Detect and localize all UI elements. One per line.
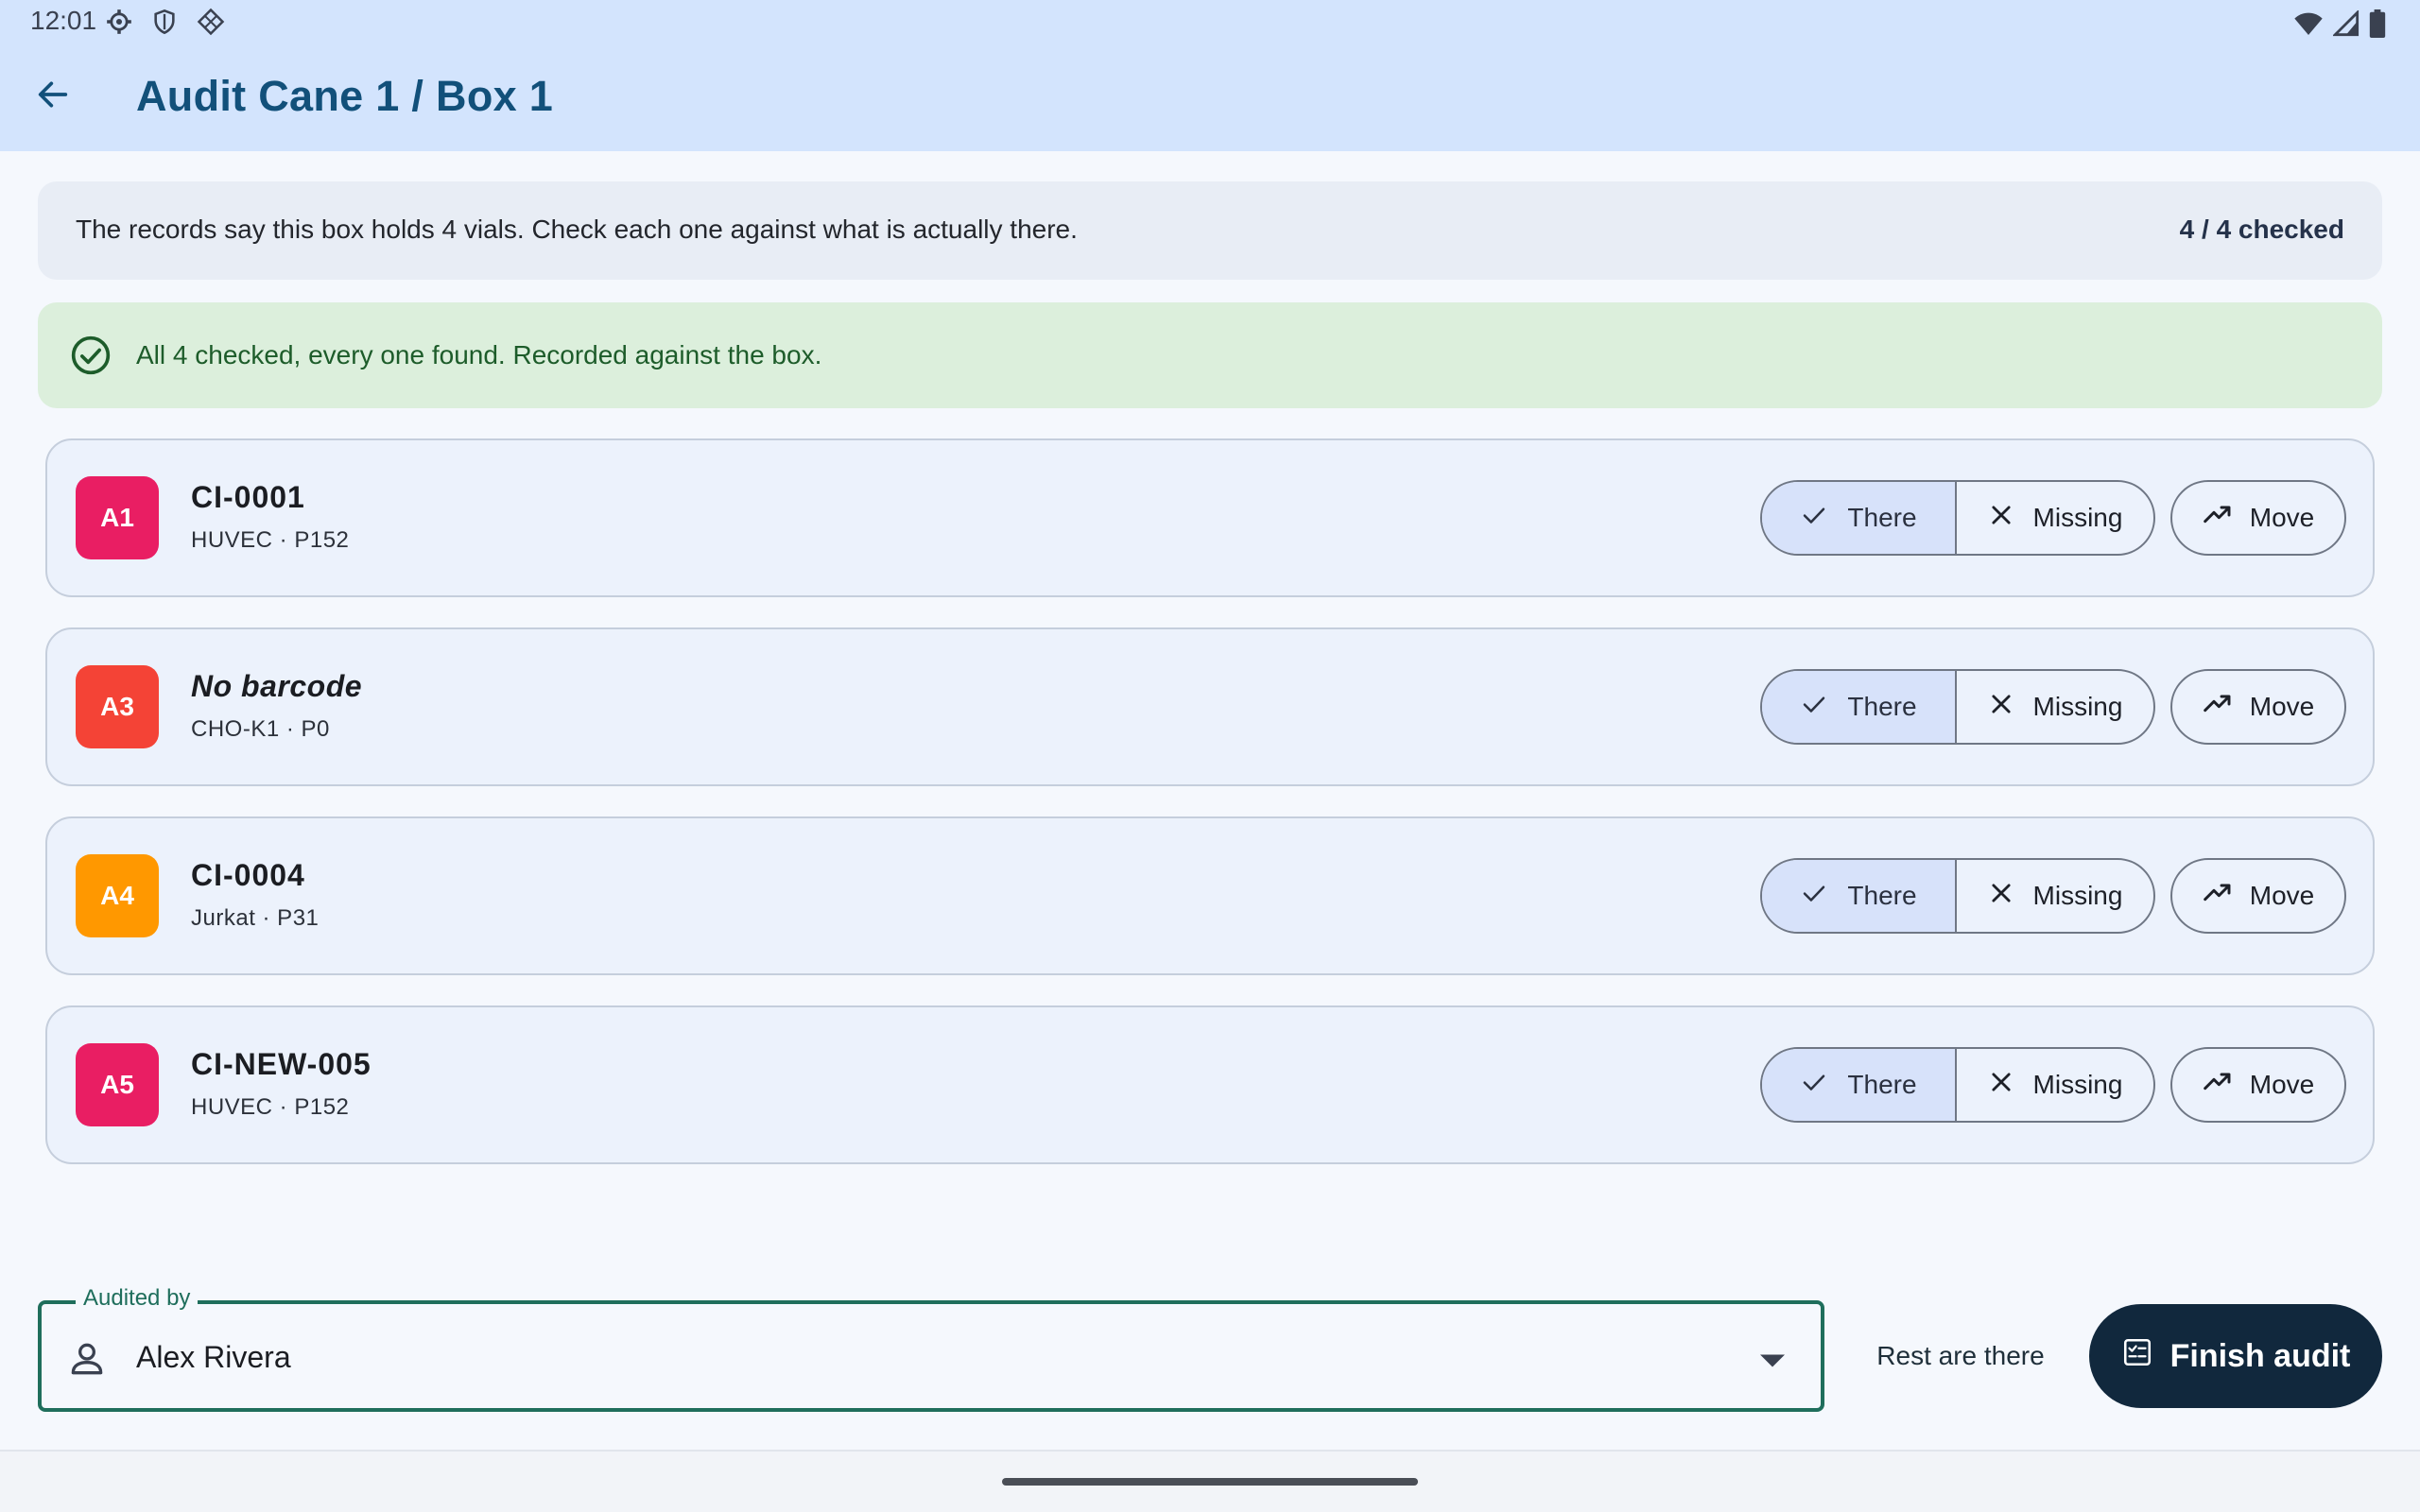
check-circle-icon xyxy=(70,335,112,381)
vial-card-a3: A3 No barcode CHO-K1 · P0 There Missing … xyxy=(45,627,2375,786)
finish-audit-button[interactable]: Finish audit xyxy=(2089,1304,2382,1408)
status-toggle: There Missing xyxy=(1760,480,2155,556)
missing-label: Missing xyxy=(2032,692,2123,721)
page-title: Audit Cane 1 / Box 1 xyxy=(136,72,554,120)
signal-icon xyxy=(2331,9,2360,42)
summary-text: The records say this box holds 4 vials. … xyxy=(76,215,1078,244)
move-button[interactable]: Move xyxy=(2170,480,2346,556)
missing-button[interactable]: Missing xyxy=(1957,1049,2153,1121)
there-label: There xyxy=(1847,503,1917,532)
check-icon xyxy=(1800,690,1828,725)
trending-up-icon xyxy=(2203,500,2233,537)
close-icon xyxy=(1988,502,2014,535)
move-label: Move xyxy=(2249,1070,2315,1099)
missing-label: Missing xyxy=(2032,503,2123,532)
checklist-icon xyxy=(2121,1336,2153,1377)
there-button[interactable]: There xyxy=(1762,1049,1957,1121)
move-label: Move xyxy=(2249,692,2315,721)
there-button[interactable]: There xyxy=(1762,482,1957,554)
dropdown-arrow-icon xyxy=(1760,1353,1785,1373)
app-bar: 12:01 Audit Cane 1 / Box 1 xyxy=(0,0,2420,151)
close-icon xyxy=(1988,1069,2014,1102)
vial-card-a4: A4 CI-0004 Jurkat · P31 There Missing Mo… xyxy=(45,816,2375,975)
missing-button[interactable]: Missing xyxy=(1957,482,2153,554)
vial-code: CI-0001 xyxy=(191,480,305,514)
close-icon xyxy=(1988,691,2014,724)
audited-by-dropdown[interactable]: Audited by Alex Rivera xyxy=(38,1285,1824,1412)
settings-icon xyxy=(106,9,132,40)
rest-are-there-button[interactable]: Rest are there xyxy=(1855,1323,2066,1389)
battery-icon xyxy=(2369,9,2386,43)
auditor-name: Alex Rivera xyxy=(136,1340,291,1374)
banner-text: All 4 checked, every one found. Recorded… xyxy=(136,340,822,369)
vial-detail: HUVEC · P152 xyxy=(191,1094,350,1120)
trending-up-icon xyxy=(2203,878,2233,915)
audited-by-label: Audited by xyxy=(76,1285,199,1312)
check-icon xyxy=(1800,879,1828,914)
missing-label: Missing xyxy=(2032,1070,2123,1099)
finish-audit-label: Finish audit xyxy=(2169,1337,2351,1374)
trending-up-icon xyxy=(2203,689,2233,726)
diamond-grid-icon xyxy=(197,8,225,41)
there-label: There xyxy=(1847,881,1917,910)
vial-code: CI-0004 xyxy=(191,858,305,892)
close-icon xyxy=(1988,880,2014,913)
status-toggle: There Missing xyxy=(1760,669,2155,745)
vial-detail: Jurkat · P31 xyxy=(191,905,320,931)
check-icon xyxy=(1800,1068,1828,1103)
vial-card-a5: A5 CI-NEW-005 HUVEC · P152 There Missing… xyxy=(45,1005,2375,1164)
position-badge: A3 xyxy=(76,665,159,748)
missing-button[interactable]: Missing xyxy=(1957,860,2153,932)
status-time: 12:01 xyxy=(30,6,97,35)
vial-detail: HUVEC · P152 xyxy=(191,527,350,553)
status-icons-right xyxy=(2293,9,2386,43)
move-button[interactable]: Move xyxy=(2170,1047,2346,1123)
move-label: Move xyxy=(2249,503,2315,532)
status-icons-left xyxy=(106,8,225,41)
position-badge: A1 xyxy=(76,476,159,559)
there-label: There xyxy=(1847,692,1917,721)
there-label: There xyxy=(1847,1070,1917,1099)
move-label: Move xyxy=(2249,881,2315,910)
position-badge: A5 xyxy=(76,1043,159,1126)
vial-detail: CHO-K1 · P0 xyxy=(191,716,330,742)
checked-count: 4 / 4 checked xyxy=(2179,215,2344,244)
trending-up-icon xyxy=(2203,1067,2233,1104)
missing-button[interactable]: Missing xyxy=(1957,671,2153,743)
check-icon xyxy=(1800,501,1828,536)
shield-icon xyxy=(151,9,178,40)
person-icon xyxy=(66,1338,108,1384)
arrow-back-icon xyxy=(34,76,72,118)
move-button[interactable]: Move xyxy=(2170,669,2346,745)
wifi-icon xyxy=(2293,10,2324,42)
vial-code: CI-NEW-005 xyxy=(191,1047,372,1081)
back-button[interactable] xyxy=(23,66,83,127)
move-button[interactable]: Move xyxy=(2170,858,2346,934)
home-indicator[interactable] xyxy=(1002,1478,1418,1486)
position-badge: A4 xyxy=(76,854,159,937)
success-banner: All 4 checked, every one found. Recorded… xyxy=(38,302,2382,408)
summary-bar: The records say this box holds 4 vials. … xyxy=(38,181,2382,280)
there-button[interactable]: There xyxy=(1762,860,1957,932)
there-button[interactable]: There xyxy=(1762,671,1957,743)
missing-label: Missing xyxy=(2032,881,2123,910)
status-toggle: There Missing xyxy=(1760,858,2155,934)
vial-code: No barcode xyxy=(191,669,363,703)
status-toggle: There Missing xyxy=(1760,1047,2155,1123)
vial-card-a1: A1 CI-0001 HUVEC · P152 There Missing Mo… xyxy=(45,438,2375,597)
